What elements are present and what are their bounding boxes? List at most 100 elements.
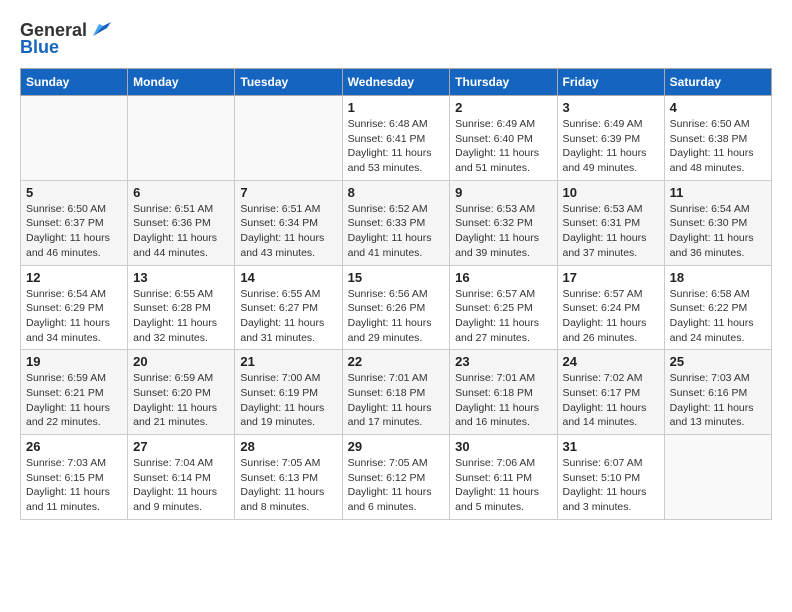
week-row-1: 1 Sunrise: 6:48 AMSunset: 6:41 PMDaylight… — [21, 96, 772, 181]
day-number: 20 — [133, 354, 229, 369]
day-cell: 14 Sunrise: 6:55 AMSunset: 6:27 PMDayligh… — [235, 265, 342, 350]
day-cell: 31 Sunrise: 6:07 AMSunset: 5:10 PMDayligh… — [557, 435, 664, 520]
day-number: 23 — [455, 354, 551, 369]
day-cell: 28 Sunrise: 7:05 AMSunset: 6:13 PMDayligh… — [235, 435, 342, 520]
day-cell — [664, 435, 771, 520]
day-info: Sunrise: 6:50 AMSunset: 6:38 PMDaylight:… — [670, 117, 766, 176]
day-info: Sunrise: 7:05 AMSunset: 6:13 PMDaylight:… — [240, 456, 336, 515]
day-number: 24 — [563, 354, 659, 369]
day-cell: 29 Sunrise: 7:05 AMSunset: 6:12 PMDayligh… — [342, 435, 450, 520]
day-cell — [128, 96, 235, 181]
weekday-header-friday: Friday — [557, 69, 664, 96]
logo-icon — [89, 18, 111, 40]
weekday-header-wednesday: Wednesday — [342, 69, 450, 96]
day-number: 7 — [240, 185, 336, 200]
day-cell: 23 Sunrise: 7:01 AMSunset: 6:18 PMDayligh… — [450, 350, 557, 435]
day-info: Sunrise: 6:48 AMSunset: 6:41 PMDaylight:… — [348, 117, 445, 176]
day-info: Sunrise: 6:53 AMSunset: 6:31 PMDaylight:… — [563, 202, 659, 261]
day-info: Sunrise: 6:51 AMSunset: 6:36 PMDaylight:… — [133, 202, 229, 261]
day-number: 12 — [26, 270, 122, 285]
day-number: 1 — [348, 100, 445, 115]
day-cell: 15 Sunrise: 6:56 AMSunset: 6:26 PMDayligh… — [342, 265, 450, 350]
day-number: 2 — [455, 100, 551, 115]
day-cell: 3 Sunrise: 6:49 AMSunset: 6:39 PMDaylight… — [557, 96, 664, 181]
day-number: 29 — [348, 439, 445, 454]
day-info: Sunrise: 6:51 AMSunset: 6:34 PMDaylight:… — [240, 202, 336, 261]
day-number: 21 — [240, 354, 336, 369]
day-number: 14 — [240, 270, 336, 285]
day-number: 28 — [240, 439, 336, 454]
day-cell: 4 Sunrise: 6:50 AMSunset: 6:38 PMDaylight… — [664, 96, 771, 181]
day-cell: 9Sunrise: 6:53 AMSunset: 6:32 PMDaylight… — [450, 180, 557, 265]
day-cell: 19 Sunrise: 6:59 AMSunset: 6:21 PMDayligh… — [21, 350, 128, 435]
day-info: Sunrise: 6:59 AMSunset: 6:21 PMDaylight:… — [26, 371, 122, 430]
day-info: Sunrise: 6:59 AMSunset: 6:20 PMDaylight:… — [133, 371, 229, 430]
day-cell: 26Sunrise: 7:03 AMSunset: 6:15 PMDayligh… — [21, 435, 128, 520]
day-cell: 8 Sunrise: 6:52 AMSunset: 6:33 PMDaylight… — [342, 180, 450, 265]
weekday-header-tuesday: Tuesday — [235, 69, 342, 96]
day-info: Sunrise: 7:01 AMSunset: 6:18 PMDaylight:… — [348, 371, 445, 430]
day-cell: 22 Sunrise: 7:01 AMSunset: 6:18 PMDayligh… — [342, 350, 450, 435]
day-info: Sunrise: 7:05 AMSunset: 6:12 PMDaylight:… — [348, 456, 445, 515]
day-info: Sunrise: 6:57 AMSunset: 6:25 PMDaylight:… — [455, 287, 551, 346]
day-number: 3 — [563, 100, 659, 115]
day-number: 18 — [670, 270, 766, 285]
day-number: 8 — [348, 185, 445, 200]
day-info: Sunrise: 6:49 AMSunset: 6:39 PMDaylight:… — [563, 117, 659, 176]
day-info: Sunrise: 7:02 AMSunset: 6:17 PMDaylight:… — [563, 371, 659, 430]
day-info: Sunrise: 6:54 AMSunset: 6:30 PMDaylight:… — [670, 202, 766, 261]
day-cell: 1 Sunrise: 6:48 AMSunset: 6:41 PMDaylight… — [342, 96, 450, 181]
day-number: 19 — [26, 354, 122, 369]
day-info: Sunrise: 7:00 AMSunset: 6:19 PMDaylight:… — [240, 371, 336, 430]
day-info: Sunrise: 7:03 AMSunset: 6:16 PMDaylight:… — [670, 371, 766, 430]
day-number: 4 — [670, 100, 766, 115]
day-cell — [235, 96, 342, 181]
day-number: 15 — [348, 270, 445, 285]
day-info: Sunrise: 7:06 AMSunset: 6:11 PMDaylight:… — [455, 456, 551, 515]
day-info: Sunrise: 7:01 AMSunset: 6:18 PMDaylight:… — [455, 371, 551, 430]
day-info: Sunrise: 6:53 AMSunset: 6:32 PMDaylight:… — [455, 202, 551, 261]
day-number: 6 — [133, 185, 229, 200]
day-number: 27 — [133, 439, 229, 454]
week-row-4: 19 Sunrise: 6:59 AMSunset: 6:21 PMDayligh… — [21, 350, 772, 435]
day-info: Sunrise: 6:56 AMSunset: 6:26 PMDaylight:… — [348, 287, 445, 346]
day-cell: 7 Sunrise: 6:51 AMSunset: 6:34 PMDaylight… — [235, 180, 342, 265]
day-cell: 10 Sunrise: 6:53 AMSunset: 6:31 PMDayligh… — [557, 180, 664, 265]
day-number: 5 — [26, 185, 122, 200]
day-cell: 17 Sunrise: 6:57 AMSunset: 6:24 PMDayligh… — [557, 265, 664, 350]
day-cell: 16 Sunrise: 6:57 AMSunset: 6:25 PMDayligh… — [450, 265, 557, 350]
day-cell — [21, 96, 128, 181]
day-cell: 21 Sunrise: 7:00 AMSunset: 6:19 PMDayligh… — [235, 350, 342, 435]
day-cell: 25Sunrise: 7:03 AMSunset: 6:16 PMDayligh… — [664, 350, 771, 435]
day-cell: 12Sunrise: 6:54 AMSunset: 6:29 PMDayligh… — [21, 265, 128, 350]
day-cell: 27 Sunrise: 7:04 AMSunset: 6:14 PMDayligh… — [128, 435, 235, 520]
day-number: 26 — [26, 439, 122, 454]
day-info: Sunrise: 6:49 AMSunset: 6:40 PMDaylight:… — [455, 117, 551, 176]
day-cell: 18Sunrise: 6:58 AMSunset: 6:22 PMDayligh… — [664, 265, 771, 350]
day-info: Sunrise: 6:50 AMSunset: 6:37 PMDaylight:… — [26, 202, 122, 261]
day-info: Sunrise: 6:55 AMSunset: 6:27 PMDaylight:… — [240, 287, 336, 346]
day-number: 16 — [455, 270, 551, 285]
day-number: 31 — [563, 439, 659, 454]
day-cell: 5 Sunrise: 6:50 AMSunset: 6:37 PMDaylight… — [21, 180, 128, 265]
calendar-table: SundayMondayTuesdayWednesdayThursdayFrid… — [20, 68, 772, 520]
day-number: 22 — [348, 354, 445, 369]
day-info: Sunrise: 7:04 AMSunset: 6:14 PMDaylight:… — [133, 456, 229, 515]
day-number: 10 — [563, 185, 659, 200]
day-info: Sunrise: 6:55 AMSunset: 6:28 PMDaylight:… — [133, 287, 229, 346]
day-number: 13 — [133, 270, 229, 285]
weekday-header-monday: Monday — [128, 69, 235, 96]
day-cell: 6 Sunrise: 6:51 AMSunset: 6:36 PMDaylight… — [128, 180, 235, 265]
logo: General Blue — [20, 20, 111, 58]
weekday-header-sunday: Sunday — [21, 69, 128, 96]
weekday-header-saturday: Saturday — [664, 69, 771, 96]
day-number: 11 — [670, 185, 766, 200]
week-row-2: 5 Sunrise: 6:50 AMSunset: 6:37 PMDaylight… — [21, 180, 772, 265]
day-info: Sunrise: 6:57 AMSunset: 6:24 PMDaylight:… — [563, 287, 659, 346]
day-info: Sunrise: 6:52 AMSunset: 6:33 PMDaylight:… — [348, 202, 445, 261]
day-cell: 13 Sunrise: 6:55 AMSunset: 6:28 PMDayligh… — [128, 265, 235, 350]
day-number: 17 — [563, 270, 659, 285]
weekday-header-thursday: Thursday — [450, 69, 557, 96]
day-cell: 11 Sunrise: 6:54 AMSunset: 6:30 PMDayligh… — [664, 180, 771, 265]
day-info: Sunrise: 6:07 AMSunset: 5:10 PMDaylight:… — [563, 456, 659, 515]
